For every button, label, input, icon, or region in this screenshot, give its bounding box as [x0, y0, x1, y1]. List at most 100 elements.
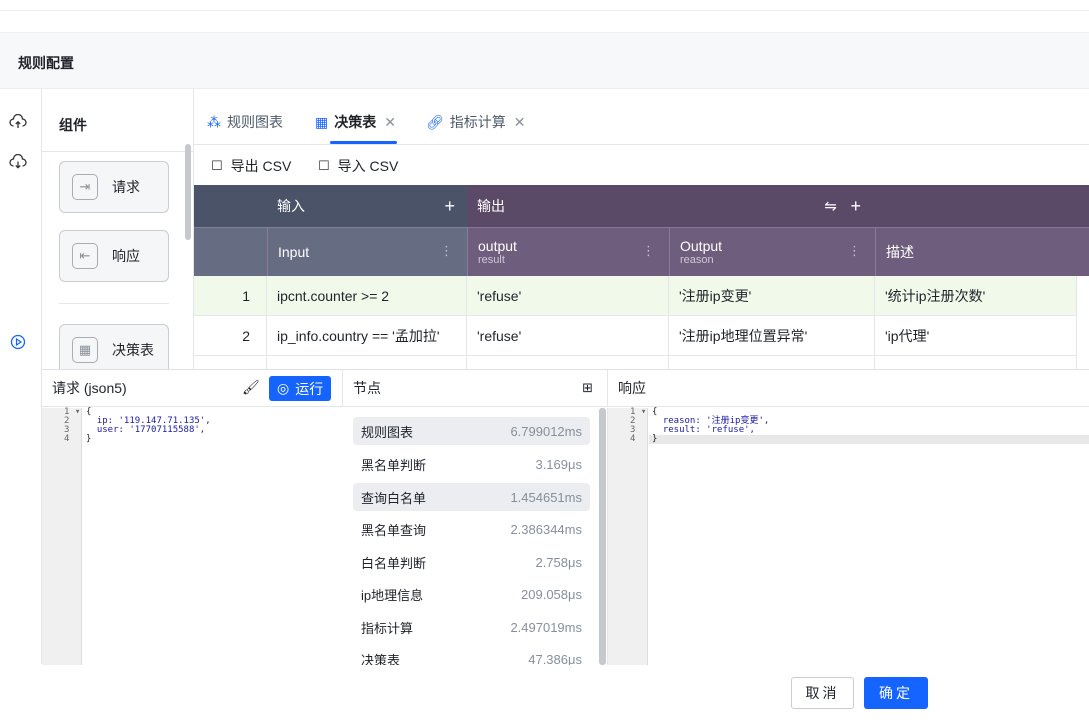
import-icon: ☐ [318, 158, 330, 173]
node-name: 规则图表 [361, 424, 414, 440]
column-header-reason[interactable]: Output reason ⋮ [669, 227, 875, 276]
component-decision-table[interactable]: ▦ 决策表 [59, 324, 169, 369]
column-title: Input [278, 244, 310, 260]
output-group-header: 输出 ⇋ + [467, 185, 875, 227]
table-cell[interactable]: 'refuse' [467, 316, 669, 356]
header-corner [194, 185, 267, 227]
play-circle-icon[interactable] [8, 332, 28, 352]
left-rail [0, 89, 42, 664]
column-subtitle: result [478, 253, 505, 266]
request-icon: ⇥ [72, 174, 98, 200]
tab-label: 规则图表 [227, 114, 283, 130]
column-menu-icon[interactable]: ⋮ [848, 243, 861, 259]
add-output-icon[interactable]: + [850, 196, 861, 217]
nodes-header: 节点 ⊞ [343, 370, 608, 407]
run-label: 运行 [295, 380, 324, 397]
list-item[interactable]: ip地理信息 209.058μs [353, 580, 590, 608]
tab-rule-graph[interactable]: ⁂ 规则图表 [207, 112, 283, 132]
tab-decision-table[interactable]: ▦ 决策表 ✕ [315, 112, 396, 132]
input-group-label: 输入 [277, 198, 305, 214]
format-brush-icon[interactable]: 🖌︎ [242, 379, 260, 396]
component-response[interactable]: ⇤ 响应 [59, 230, 169, 282]
tab-label: 决策表 [334, 114, 377, 130]
response-icon: ⇤ [72, 243, 98, 269]
add-input-icon[interactable]: + [444, 196, 455, 217]
swap-icon[interactable]: ⇋ [824, 197, 837, 215]
component-request[interactable]: ⇥ 请求 [59, 161, 169, 213]
column-subtitle: reason [680, 253, 714, 266]
table-cell[interactable]: 'refuse' [467, 276, 669, 316]
node-name: 黑名单判断 [361, 457, 427, 473]
table-row-partial [875, 356, 1077, 369]
table-cell[interactable]: ip_info.country == '孟加拉' [267, 316, 467, 356]
table-row-partial [194, 356, 267, 369]
list-item[interactable]: 白名单判断 2.758μs [353, 548, 590, 576]
node-time: 2.758μs [535, 554, 582, 570]
column-menu-icon[interactable]: ⋮ [440, 243, 453, 259]
response-editor[interactable]: { reason: '注册ip变更', result: 'refuse', } [652, 408, 1082, 444]
close-icon[interactable]: ✕ [514, 114, 526, 131]
node-time: 2.497019ms [510, 619, 582, 635]
run-button[interactable]: ◎ 运行 [269, 376, 332, 401]
list-item[interactable]: 规则图表 6.799012ms [353, 417, 590, 445]
cloud-download-icon[interactable] [8, 152, 28, 172]
export-label: 导出 CSV [230, 158, 292, 174]
table-row-partial [267, 356, 467, 369]
node-name: 决策表 [361, 652, 401, 666]
output-group-label: 输出 [477, 198, 505, 214]
node-time: 6.799012ms [510, 423, 582, 439]
column-title: output [478, 237, 517, 254]
code-line: } [86, 434, 92, 444]
list-item[interactable]: 决策表 47.386μs [353, 645, 590, 666]
request-editor[interactable]: { ip: '119.147.71.135', user: '177071155… [86, 408, 341, 444]
table-cell[interactable]: '统计ip注册次数' [875, 276, 1077, 316]
column-title: Output [680, 237, 723, 254]
metric-icon: 🔗︎ [426, 113, 444, 130]
graph-view-icon[interactable]: ⊞ [582, 380, 593, 396]
table-cell[interactable]: 'ip代理' [875, 316, 1077, 356]
table-icon: ▦ [315, 113, 329, 130]
node-name: 白名单判断 [361, 555, 427, 571]
export-csv-button[interactable]: ☐ 导出 CSV [211, 156, 291, 176]
response-line-gutter: 1 ▾ 2 3 4 [608, 408, 648, 665]
code-line: result: 'refuse', [652, 425, 755, 435]
table-cell[interactable]: '注册ip变更' [669, 276, 875, 316]
column-menu-icon[interactable]: ⋮ [642, 243, 655, 259]
line-number: 2 [630, 416, 636, 426]
table-cell[interactable]: '注册ip地理位置异常' [669, 316, 875, 356]
component-label: 请求 [112, 179, 140, 195]
code-line: user: '17707115588', [86, 425, 206, 435]
line-number: 4 [630, 434, 636, 444]
node-time: 3.169μs [535, 456, 582, 472]
cloud-upload-icon[interactable] [8, 112, 28, 132]
node-time: 47.386μs [528, 651, 582, 666]
decision-table: 输入 + 输出 ⇋ + Input ⋮ output result ⋮ Outpu… [194, 185, 1089, 369]
table-toolbar: ☐ 导出 CSV ☐ 导入 CSV [194, 145, 1089, 185]
column-header-description[interactable]: 描述 [875, 227, 1089, 276]
cancel-button[interactable]: 取消 [791, 677, 854, 709]
column-header-result[interactable]: output result ⋮ [467, 227, 669, 276]
list-item[interactable]: 黑名单查询 2.386344ms [353, 515, 590, 543]
play-circle-icon: ◎ [277, 380, 290, 396]
column-header-input[interactable]: Input ⋮ [267, 227, 467, 276]
top-strip [0, 0, 1089, 11]
table-cell[interactable]: ipcnt.counter >= 2 [267, 276, 467, 316]
import-label: 导入 CSV [337, 158, 399, 174]
components-scrollbar[interactable] [185, 144, 191, 240]
import-csv-button[interactable]: ☐ 导入 CSV [318, 156, 398, 176]
ok-button[interactable]: 确定 [864, 677, 928, 709]
list-item[interactable]: 黑名单判断 3.169μs [353, 450, 590, 478]
table-row-partial [669, 356, 875, 369]
tab-metric[interactable]: 🔗︎ 指标计算 ✕ [426, 112, 526, 132]
table-row-partial [467, 356, 669, 369]
list-item[interactable]: 查询白名单 1.454651ms [353, 483, 590, 511]
tab-bar: ⁂ 规则图表 ▦ 决策表 ✕ 🔗︎ 指标计算 ✕ [194, 89, 1089, 145]
list-item[interactable]: 指标计算 2.497019ms [353, 613, 590, 641]
nodes-scrollbar[interactable] [599, 408, 606, 665]
close-icon[interactable]: ✕ [384, 114, 396, 131]
line-number: 2 [64, 416, 70, 426]
row-index: 2 [194, 316, 267, 356]
page-title: 规则配置 [18, 55, 74, 71]
node-time: 2.386344ms [510, 521, 582, 537]
divider [42, 151, 193, 152]
